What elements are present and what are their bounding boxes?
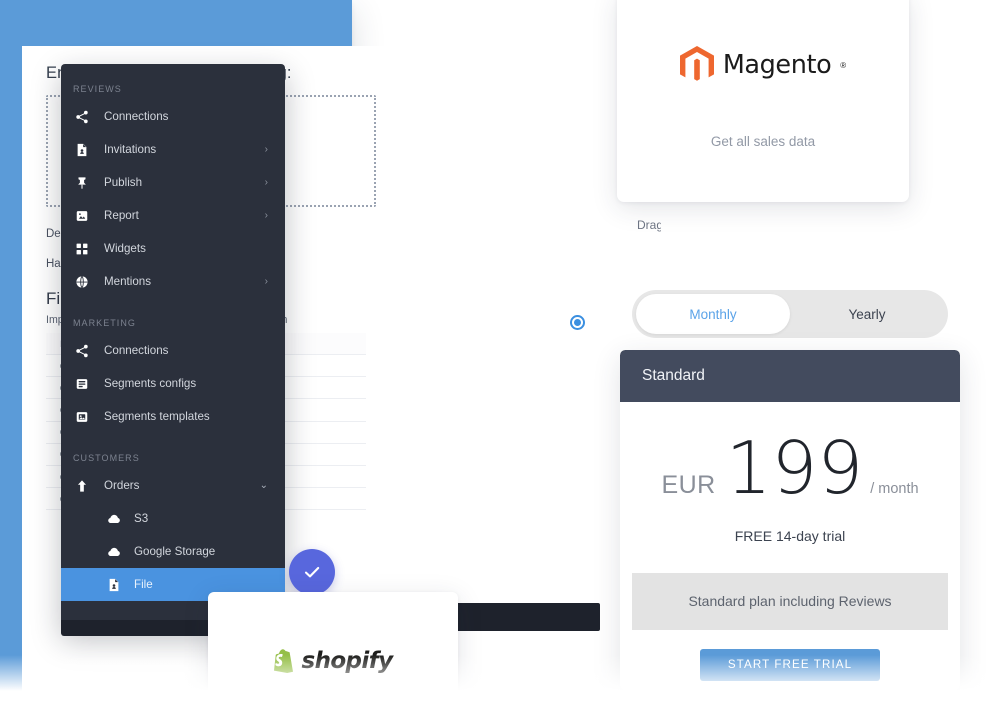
magento-registered-mark: ® bbox=[840, 60, 847, 70]
chevron-right-icon[interactable]: › bbox=[265, 144, 268, 155]
share-icon bbox=[73, 342, 90, 359]
nav-section-customers: CUSTOMERS bbox=[73, 453, 140, 463]
nav-section-marketing: MARKETING bbox=[73, 318, 136, 328]
sidebar-item-widgets[interactable]: Widgets bbox=[61, 232, 285, 265]
shopify-integration-card[interactable]: shopify bbox=[208, 592, 458, 701]
sidebar-item-label: File bbox=[134, 578, 153, 591]
template-icon bbox=[73, 408, 90, 425]
billing-toggle-yearly[interactable]: Yearly bbox=[790, 294, 944, 334]
delimiter-radio[interactable] bbox=[570, 315, 585, 330]
chevron-right-icon[interactable]: › bbox=[265, 210, 268, 221]
sidebar-item-report[interactable]: Report › bbox=[61, 199, 285, 232]
sidebar-item-label: Connections bbox=[104, 344, 169, 357]
billing-toggle-monthly[interactable]: Monthly bbox=[636, 294, 790, 334]
sidebar-item-label: Publish bbox=[104, 176, 143, 189]
shopify-wordmark: shopify bbox=[301, 648, 393, 674]
price-period: / month bbox=[870, 481, 919, 497]
magento-card-caption: Get all sales data bbox=[710, 134, 816, 149]
check-icon bbox=[304, 566, 320, 578]
billing-toggle-monthly-label: Monthly bbox=[689, 306, 737, 322]
sidebar-item-orders[interactable]: Orders ⌄ bbox=[61, 469, 285, 502]
pin-icon bbox=[73, 174, 90, 191]
grid-icon bbox=[73, 240, 90, 257]
screenshot-collage: Enter required data for importing: Delim… bbox=[0, 0, 1000, 701]
plan-name: Standard bbox=[642, 367, 705, 384]
price-amount: 199 bbox=[725, 426, 864, 510]
sidebar-item-label: Connections bbox=[104, 110, 169, 123]
pricing-section: Monthly Yearly Standard EUR 199 / month … bbox=[612, 282, 960, 701]
chevron-right-icon[interactable]: › bbox=[265, 276, 268, 287]
share-icon bbox=[73, 108, 90, 125]
pricing-plan-card: Standard EUR 199 / month FREE 14-day tri… bbox=[620, 350, 960, 690]
magento-wordmark: Magento bbox=[722, 50, 832, 80]
segment-icon bbox=[73, 375, 90, 392]
magento-integration-card[interactable]: Magento ® Get all sales data bbox=[617, 0, 909, 202]
app-left-rail bbox=[0, 46, 22, 701]
cloud-icon bbox=[105, 543, 122, 560]
shopify-bag-icon bbox=[274, 649, 294, 673]
sidebar-item-label: Segments templates bbox=[104, 410, 210, 423]
billing-toggle-yearly-label: Yearly bbox=[848, 306, 886, 322]
success-check-badge bbox=[289, 549, 335, 595]
background-dark-strip bbox=[455, 603, 600, 631]
sidebar-item-google-storage[interactable]: Google Storage bbox=[61, 535, 285, 568]
chevron-down-icon[interactable]: ⌄ bbox=[260, 480, 268, 491]
billing-period-toggle[interactable]: Monthly Yearly bbox=[632, 290, 948, 338]
sidebar-item-label: Mentions bbox=[104, 275, 152, 288]
price-row: EUR 199 / month bbox=[620, 426, 960, 510]
drag-drop-label: Drag bbox=[637, 218, 661, 232]
sidebar-item-label: Report bbox=[104, 209, 139, 222]
sidebar-item-publish[interactable]: Publish › bbox=[61, 166, 285, 199]
file-icon bbox=[73, 141, 90, 158]
sidebar-item-label: Widgets bbox=[104, 242, 146, 255]
arrow-up-icon bbox=[73, 477, 90, 494]
plan-header: Standard bbox=[620, 350, 960, 402]
chevron-right-icon[interactable]: › bbox=[265, 177, 268, 188]
price-currency: EUR bbox=[661, 471, 716, 499]
image-icon bbox=[73, 207, 90, 224]
magento-logo: Magento ® bbox=[617, 46, 909, 84]
sidebar-item-segments-configs[interactable]: Segments configs bbox=[61, 367, 285, 400]
sidebar-item-label: Invitations bbox=[104, 143, 157, 156]
navigation-sidebar: REVIEWS Connections Invitations › Publish › Re… bbox=[61, 64, 285, 630]
nav-section-reviews: REVIEWS bbox=[73, 84, 122, 94]
sidebar-item-connections[interactable]: Connections bbox=[61, 100, 285, 133]
plan-description: Standard plan including Reviews bbox=[632, 572, 948, 630]
sidebar-item-s3[interactable]: S3 bbox=[61, 502, 285, 535]
sidebar-item-invitations[interactable]: Invitations › bbox=[61, 133, 285, 166]
globe-icon bbox=[73, 273, 90, 290]
sidebar-item-label: Orders bbox=[104, 479, 140, 492]
shopify-logo: shopify bbox=[208, 648, 458, 674]
sidebar-item-connections[interactable]: Connections bbox=[61, 334, 285, 367]
sidebar-item-segments-templates[interactable]: Segments templates bbox=[61, 400, 285, 433]
sidebar-item-label: Segments configs bbox=[104, 377, 197, 390]
radio-inner-dot bbox=[574, 319, 581, 326]
sidebar-item-label: Google Storage bbox=[134, 545, 216, 558]
sidebar-footer-strip bbox=[61, 620, 221, 636]
free-trial-note: FREE 14-day trial bbox=[734, 527, 846, 544]
start-free-trial-button[interactable]: START FREE TRIAL bbox=[700, 648, 880, 681]
file-icon bbox=[105, 576, 122, 593]
sidebar-item-label: S3 bbox=[134, 512, 149, 525]
sidebar-item-mentions[interactable]: Mentions › bbox=[61, 265, 285, 298]
app-top-bar bbox=[0, 0, 352, 46]
magento-mark-icon bbox=[679, 46, 714, 81]
cloud-icon bbox=[105, 510, 122, 527]
